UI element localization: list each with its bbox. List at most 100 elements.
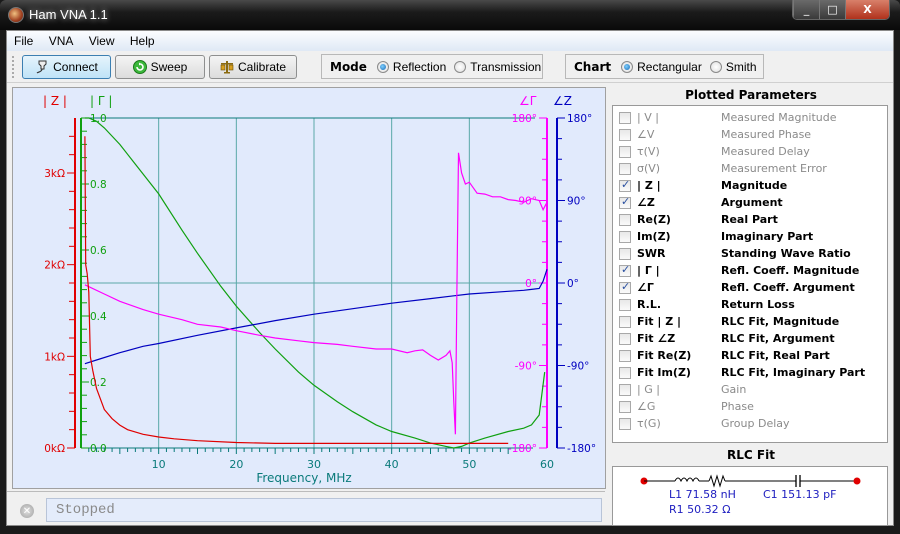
radio-selected-icon bbox=[621, 60, 634, 73]
param-symbol: Im(Z) bbox=[637, 230, 671, 243]
param-checkbox[interactable] bbox=[619, 366, 631, 379]
stop-icon[interactable]: ✕ bbox=[20, 504, 34, 518]
window-controls: _ □ X bbox=[792, 0, 890, 20]
param-symbol: ∠Z bbox=[637, 196, 655, 209]
window-title: Ham VNA 1.1 bbox=[29, 7, 108, 22]
x-tick-label: 60 bbox=[540, 458, 554, 471]
close-button[interactable]: X bbox=[845, 0, 889, 19]
param-row[interactable]: τ(V) Measured Delay bbox=[619, 143, 881, 160]
param-description: Standing Wave Ratio bbox=[721, 247, 851, 260]
x-tick-label: 30 bbox=[307, 458, 321, 471]
param-checkbox[interactable] bbox=[619, 178, 631, 192]
param-symbol: Fit Im(Z) bbox=[637, 366, 691, 379]
gamma-arg-tick-label: -180° bbox=[508, 443, 537, 455]
param-checkbox[interactable] bbox=[619, 417, 631, 430]
scales-icon bbox=[220, 61, 234, 74]
param-checkbox[interactable] bbox=[619, 383, 631, 396]
rlc-fit-title: RLC Fit bbox=[727, 448, 775, 462]
param-row[interactable]: Fit Re(Z) RLC Fit, Real Part bbox=[619, 347, 881, 364]
minimize-button[interactable]: _ bbox=[793, 0, 819, 19]
param-row[interactable]: σ(V) Measurement Error bbox=[619, 160, 881, 177]
param-checkbox[interactable] bbox=[619, 213, 631, 226]
gamma-arg-tick-label: -90° bbox=[515, 361, 537, 373]
param-row[interactable]: Im(Z) Imaginary Part bbox=[619, 228, 881, 245]
mode-transmission-radio[interactable]: Transmission bbox=[454, 60, 541, 74]
gamma-mag-tick-label: 0.0 bbox=[90, 443, 107, 455]
param-checkbox[interactable] bbox=[619, 128, 631, 141]
menu-help[interactable]: Help bbox=[123, 31, 160, 48]
param-row[interactable]: ∠Γ Refl. Coeff. Argument bbox=[619, 279, 881, 296]
param-row[interactable]: Fit ∠Z RLC Fit, Argument bbox=[619, 330, 881, 347]
param-description: Phase bbox=[721, 400, 754, 413]
param-checkbox[interactable] bbox=[619, 247, 631, 260]
param-checkbox[interactable] bbox=[619, 145, 631, 158]
param-symbol: ∠G bbox=[637, 400, 656, 413]
maximize-button[interactable]: □ bbox=[819, 0, 845, 19]
plotted-parameters-list: | V | Measured Magnitude ∠V Measured Phase τ… bbox=[612, 105, 888, 443]
chart-smith-radio[interactable]: Smith bbox=[709, 59, 757, 74]
param-checkbox[interactable] bbox=[619, 400, 631, 413]
param-row[interactable]: Fit Im(Z) RLC Fit, Imaginary Part bbox=[619, 364, 881, 381]
param-description: Refl. Coeff. Argument bbox=[721, 281, 855, 294]
chart-rectangular-radio[interactable]: Rectangular bbox=[621, 60, 702, 74]
app-icon bbox=[8, 7, 24, 23]
rlc-circuit-diagram bbox=[640, 474, 861, 488]
param-checkbox[interactable] bbox=[619, 349, 631, 362]
param-symbol: τ(G) bbox=[637, 417, 661, 430]
param-checkbox[interactable] bbox=[619, 162, 631, 175]
param-row[interactable]: ∠G Phase bbox=[619, 398, 881, 415]
param-description: Measured Delay bbox=[721, 145, 810, 158]
z-mag-tick-label: 2kΩ bbox=[44, 260, 65, 272]
param-description: Gain bbox=[721, 383, 747, 396]
menu-bar: File VNA View Help bbox=[7, 31, 893, 51]
param-checkbox[interactable] bbox=[619, 332, 631, 345]
param-row[interactable]: | V | Measured Magnitude bbox=[619, 109, 881, 126]
reflection-label: Reflection bbox=[392, 59, 447, 74]
toolbar-grip[interactable] bbox=[12, 56, 15, 78]
x-axis-title: Frequency, MHz bbox=[256, 471, 351, 485]
param-description: Refl. Coeff. Magnitude bbox=[721, 264, 860, 277]
param-symbol: | G | bbox=[637, 383, 660, 396]
z-arg-tick-label: 90° bbox=[567, 196, 586, 208]
menu-file[interactable]: File bbox=[7, 31, 38, 48]
calibrate-button[interactable]: Calibrate bbox=[209, 55, 297, 79]
minimize-icon: _ bbox=[803, 3, 810, 16]
param-checkbox[interactable] bbox=[619, 263, 631, 277]
param-row[interactable]: | G | Gain bbox=[619, 381, 881, 398]
param-row[interactable]: ∠Z Argument bbox=[619, 194, 881, 211]
param-checkbox[interactable] bbox=[619, 111, 631, 124]
param-row[interactable]: SWR Standing Wave Ratio bbox=[619, 245, 881, 262]
param-symbol: σ(V) bbox=[637, 162, 661, 175]
menu-vna[interactable]: VNA bbox=[42, 31, 79, 48]
rectangular-chart[interactable]: 10 20 30 40 50 60 Frequency, MHz 0kΩ 1kΩ 2kΩ 3kΩ | … bbox=[13, 88, 607, 490]
param-symbol: R.L. bbox=[637, 298, 662, 311]
chart-panel[interactable]: 10 20 30 40 50 60 Frequency, MHz 0kΩ 1kΩ 2kΩ 3kΩ | … bbox=[12, 87, 606, 489]
param-row[interactable]: τ(G) Group Delay bbox=[619, 415, 881, 432]
param-checkbox[interactable] bbox=[619, 315, 631, 328]
param-row[interactable]: Fit | Z | RLC Fit, Magnitude bbox=[619, 313, 881, 330]
x-tick-label: 40 bbox=[385, 458, 399, 471]
param-checkbox[interactable] bbox=[619, 230, 631, 243]
series-line-z-mag bbox=[84, 136, 509, 444]
chart-label: Chart bbox=[574, 59, 612, 74]
mode-reflection-radio[interactable]: Reflection bbox=[376, 59, 447, 74]
param-checkbox[interactable] bbox=[619, 195, 631, 209]
param-row[interactable]: | Γ | Refl. Coeff. Magnitude bbox=[619, 262, 881, 279]
param-checkbox[interactable] bbox=[619, 280, 631, 294]
calibrate-label: Calibrate bbox=[237, 60, 287, 74]
param-row[interactable]: | Z | Magnitude bbox=[619, 177, 881, 194]
param-row[interactable]: R.L. Return Loss bbox=[619, 296, 881, 313]
menu-view[interactable]: View bbox=[82, 31, 120, 48]
gamma-arg-tick-label: 0° bbox=[525, 278, 537, 290]
param-row[interactable]: Re(Z) Real Part bbox=[619, 211, 881, 228]
smith-label: Smith bbox=[725, 59, 757, 74]
param-symbol: Re(Z) bbox=[637, 213, 671, 226]
sweep-button[interactable]: Sweep bbox=[115, 55, 205, 79]
gamma-mag-tick-label: 0.2 bbox=[90, 377, 107, 389]
param-checkbox[interactable] bbox=[619, 298, 631, 311]
param-row[interactable]: ∠V Measured Phase bbox=[619, 126, 881, 143]
mode-group: Mode Reflection Transmission bbox=[321, 54, 543, 79]
side-panel: Plotted Parameters | V | Measured Magnitu… bbox=[610, 85, 892, 526]
param-description: RLC Fit, Real Part bbox=[721, 349, 830, 362]
connect-button[interactable]: Connect bbox=[22, 55, 111, 79]
